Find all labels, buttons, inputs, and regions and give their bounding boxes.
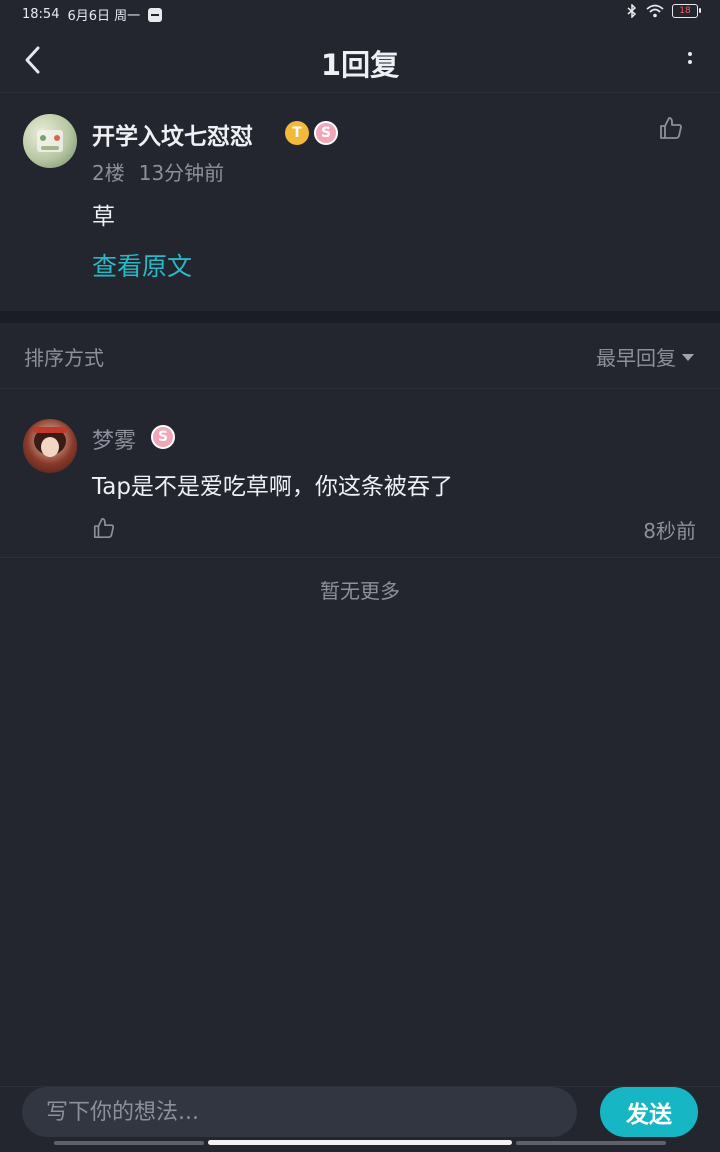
sort-selected-value: 最早回复 [596,346,676,370]
post-time: 13分钟前 [138,161,225,185]
app-notification-icon [148,7,163,22]
like-icon[interactable] [92,516,116,540]
reply-username[interactable]: 梦雾 [92,423,136,455]
sort-label: 排序方式 [24,346,104,370]
main-post: 开学入坟七怼怼 T S 2楼 13分钟前 草 查看原文 [0,93,720,311]
gesture-hint-right [516,1141,666,1145]
home-gesture-bar[interactable] [208,1140,512,1145]
post-username[interactable]: 开学入坟七怼怼 [92,117,253,151]
avatar-image [33,427,67,457]
user-badge: S [151,425,175,449]
post-floor: 2楼 [92,161,125,185]
status-time: 18:54 [22,7,60,22]
level-badge: T [285,121,309,145]
view-original-link[interactable]: 查看原文 [92,247,192,283]
status-left: 18:54 6月6日 周一 [22,5,163,24]
avatar[interactable] [23,114,77,168]
wifi-icon [646,4,664,18]
avatar-image [37,130,63,152]
like-icon[interactable] [658,115,684,141]
sort-dropdown[interactable]: 最早回复 [596,342,694,371]
reply-avatar[interactable] [23,419,77,473]
caret-down-icon [682,354,694,361]
battery-indicator: 18 [672,4,701,18]
status-date: 6月6日 周一 [67,9,141,24]
section-divider [0,311,720,323]
bluetooth-icon [627,4,637,18]
reply-item: 梦雾 S Tap是不是爱吃草啊，你这条被吞了 8秒前 [0,389,720,558]
reply-content: Tap是不是爱吃草啊，你这条被吞了 [92,474,453,500]
sort-bar: 排序方式 最早回复 [0,323,720,389]
post-content: 草 [92,204,115,230]
send-button[interactable]: 发送 [600,1087,698,1137]
top-nav: 1回复 [0,28,720,93]
more-options-icon[interactable] [684,48,696,72]
reply-detail-page: 18:54 6月6日 周一 18 1回复 开学入坟七怼怼 T S 2楼 13分钟… [0,0,720,1152]
reply-time: 8秒前 [643,519,696,543]
status-bar: 18:54 6月6日 周一 18 [0,0,720,28]
status-right: 18 [626,4,701,18]
user-badge: S [314,121,338,145]
no-more-text: 暂无更多 [320,579,400,603]
post-meta: 2楼 13分钟前 [92,157,224,186]
comment-input[interactable] [22,1087,577,1137]
page-title: 1回复 [320,48,400,82]
gesture-hint-left [54,1141,204,1145]
